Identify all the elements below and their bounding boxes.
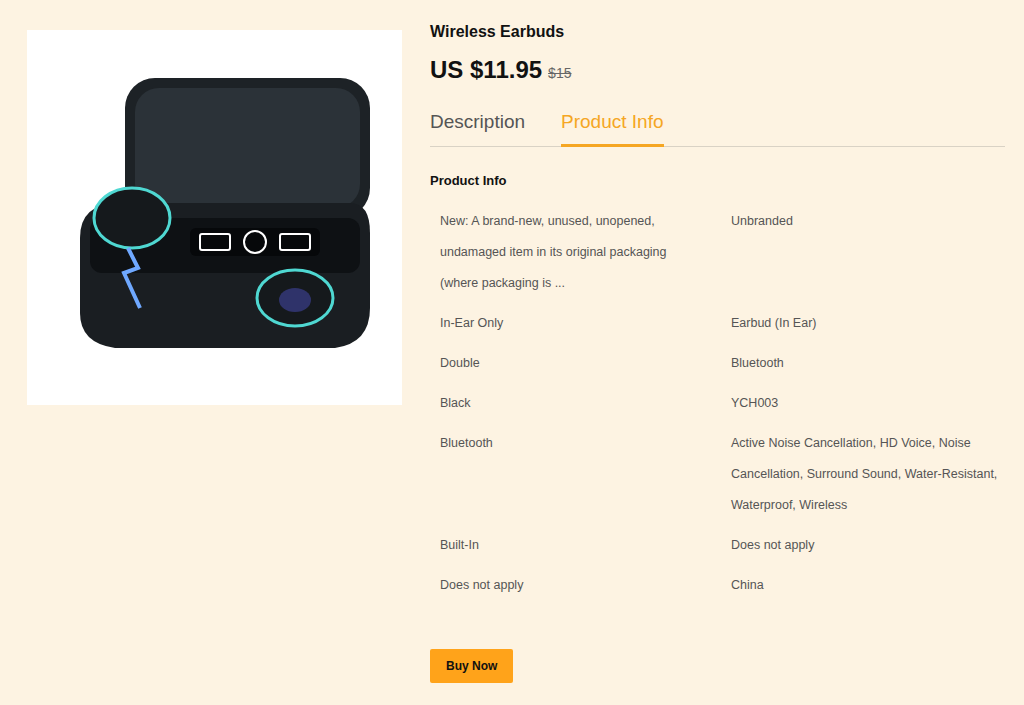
old-price: $15 [548,65,571,81]
spec-cell: Earbud (In Ear) [731,308,1011,339]
spec-cell: Black [440,388,731,419]
section-title: Product Info [430,172,1005,190]
buy-now-button[interactable]: Buy Now [430,649,513,683]
spec-cell: New: A brand-new, unused, unopened, unda… [440,206,731,299]
spec-cell: Bluetooth [440,428,731,521]
product-image [27,30,402,405]
price: US $11.95 [430,55,542,85]
spec-table: New: A brand-new, unused, unopened, unda… [430,206,1005,601]
tab[interactable]: Product Info [561,110,663,147]
spec-cell: Does not apply [731,530,1011,561]
spec-cell: Double [440,348,731,379]
price-row: US $11.95 $15 [430,55,1005,85]
spec-cell: Unbranded [731,206,1011,299]
spec-cell: Does not apply [440,570,731,601]
spec-cell: YCH003 [731,388,1011,419]
spec-cell: Built-In [440,530,731,561]
spec-cell: Bluetooth [731,348,1011,379]
spec-cell: China [731,570,1011,601]
tab[interactable]: Description [430,110,525,147]
product-details: Wireless Earbuds US $11.95 $15 Description P… [430,22,1005,683]
earbuds-photo-icon [50,68,380,368]
tab-bar: Description Product Info [430,110,1005,147]
product-title: Wireless Earbuds [430,22,1005,42]
spec-cell: Active Noise Cancellation, HD Voice, Noi… [731,428,1011,521]
product-page: Wireless Earbuds US $11.95 $15 Description P… [0,0,1024,705]
spec-cell: In-Ear Only [440,308,731,339]
